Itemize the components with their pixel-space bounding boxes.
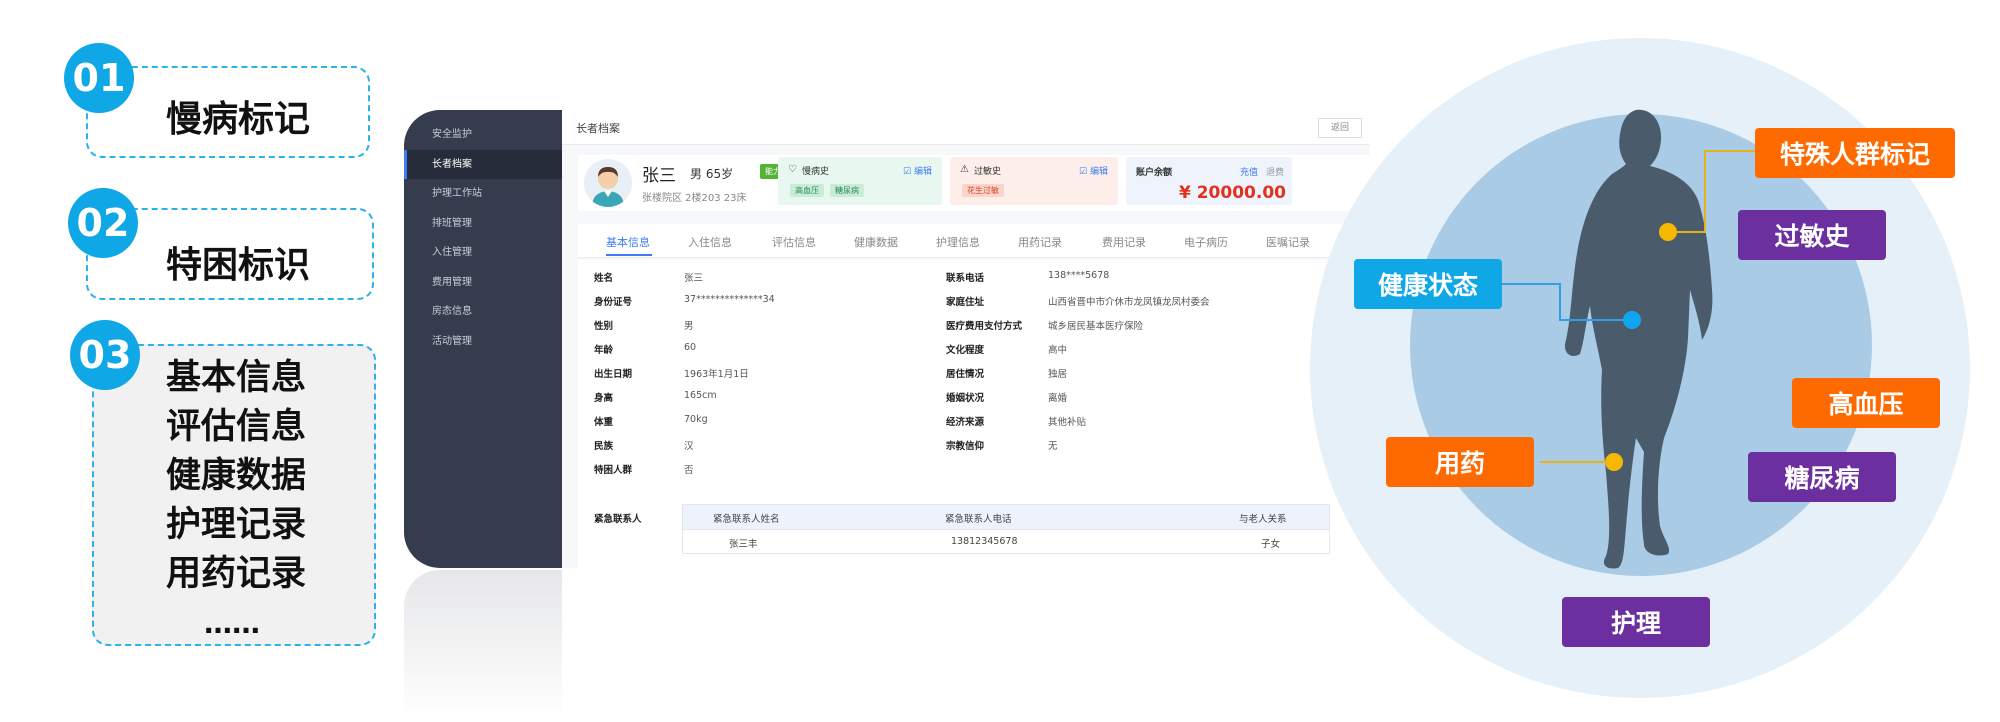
marker-dot-special bbox=[1659, 223, 1677, 241]
tag-health-status: 健康状态 bbox=[1354, 259, 1502, 309]
tag-diabetes: 糖尿病 bbox=[1748, 452, 1896, 502]
marker-dot-health bbox=[1623, 311, 1641, 329]
tag-special-population: 特殊人群标记 bbox=[1755, 128, 1955, 178]
tag-medication: 用药 bbox=[1386, 437, 1534, 487]
marker-dot-medication bbox=[1605, 453, 1623, 471]
tag-hypertension: 高血压 bbox=[1792, 378, 1940, 428]
tag-allergy-history: 过敏史 bbox=[1738, 210, 1886, 260]
tag-nursing: 护理 bbox=[1562, 597, 1710, 647]
